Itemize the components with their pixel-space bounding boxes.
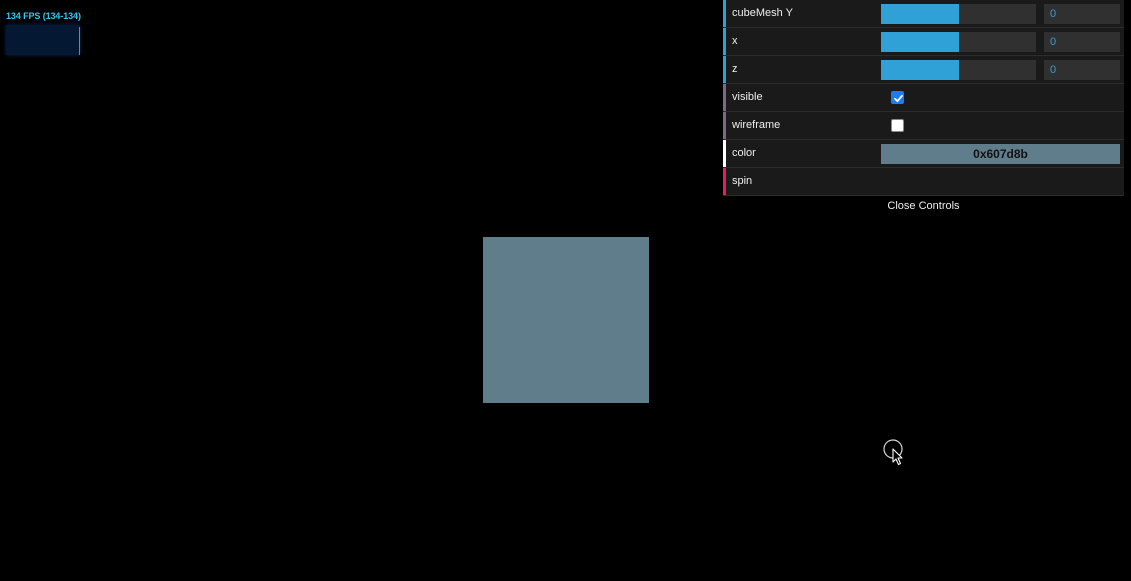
control-row-z: z 0 <box>723 56 1124 84</box>
row-stripe <box>723 112 726 139</box>
fps-stats-panel[interactable]: 134 FPS (134-134) <box>0 0 86 62</box>
control-row-wireframe: wireframe <box>723 112 1124 140</box>
row-stripe <box>723 140 726 167</box>
control-label: wireframe <box>732 119 781 131</box>
control-label: z <box>732 63 738 75</box>
close-controls-button[interactable]: Close Controls <box>723 196 1124 216</box>
control-row-visible: visible <box>723 84 1124 112</box>
cube-mesh <box>483 237 649 403</box>
webgl-canvas[interactable]: 134 FPS (134-134) cubeMesh Y 0 x 0 z 0 v… <box>0 0 1131 581</box>
x-input[interactable]: 0 <box>1044 32 1120 52</box>
control-label: cubeMesh Y <box>732 7 793 19</box>
fps-graph-bar <box>79 27 80 55</box>
cubemesh-y-input[interactable]: 0 <box>1044 4 1120 24</box>
z-slider[interactable] <box>881 60 1036 80</box>
control-label: x <box>732 35 738 47</box>
fps-graph <box>6 25 80 55</box>
cubemesh-y-slider[interactable] <box>881 4 1036 24</box>
slider-fill <box>881 4 959 24</box>
controls-panel: cubeMesh Y 0 x 0 z 0 visible wireframe c… <box>723 0 1124 216</box>
control-row-cubemesh-y: cubeMesh Y 0 <box>723 0 1124 28</box>
wireframe-checkbox[interactable] <box>891 119 904 132</box>
row-stripe <box>723 0 726 27</box>
row-stripe <box>723 28 726 55</box>
fps-readout: 134 FPS (134-134) <box>6 11 81 21</box>
z-input[interactable]: 0 <box>1044 60 1120 80</box>
control-label: visible <box>732 91 763 103</box>
color-picker-field[interactable]: 0x607d8b <box>881 144 1120 164</box>
control-row-color: color 0x607d8b <box>723 140 1124 168</box>
pointer-cursor-icon <box>883 438 909 466</box>
row-stripe <box>723 168 726 195</box>
slider-fill <box>881 32 959 52</box>
control-row-x: x 0 <box>723 28 1124 56</box>
checkmark-icon <box>894 94 903 103</box>
visible-checkbox[interactable] <box>891 91 904 104</box>
x-slider[interactable] <box>881 32 1036 52</box>
slider-fill <box>881 60 959 80</box>
row-stripe <box>723 84 726 111</box>
row-stripe <box>723 56 726 83</box>
control-label: color <box>732 147 756 159</box>
spin-button[interactable]: spin <box>732 175 752 187</box>
control-row-spin[interactable]: spin <box>723 168 1124 196</box>
